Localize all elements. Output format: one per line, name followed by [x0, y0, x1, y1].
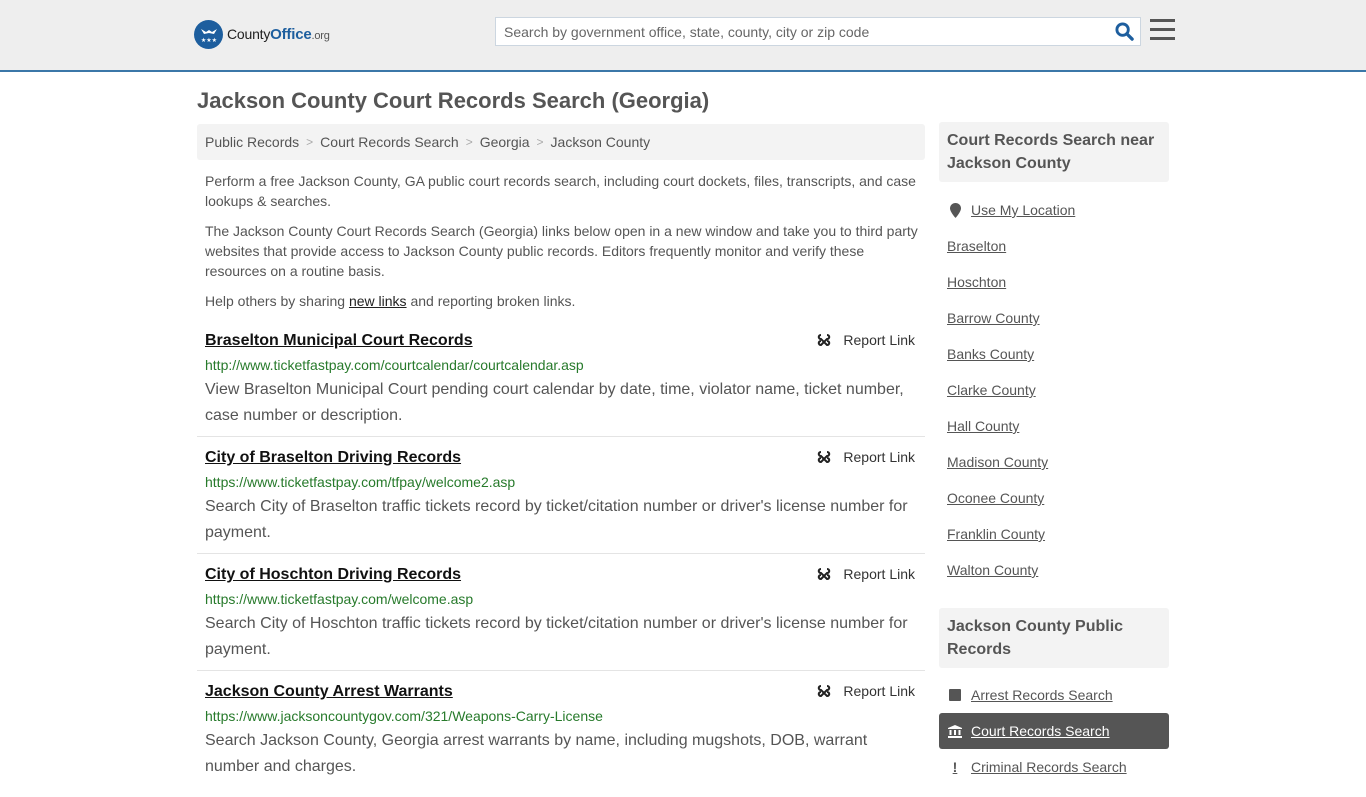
svg-text:★★★: ★★★	[200, 37, 216, 44]
search-icon	[1114, 22, 1134, 41]
breadcrumb-separator: >	[306, 135, 314, 149]
nearby-link-clarke-county[interactable]: Clarke County	[939, 372, 1169, 408]
listing-item: Jackson County Arrest Warrants Report Li…	[197, 677, 925, 797]
broken-link-icon	[818, 334, 831, 347]
breadcrumb-separator: >	[465, 135, 473, 149]
sidebar-nearby-heading: Court Records Search near Jackson County	[939, 122, 1169, 182]
listing-title-link[interactable]: Jackson County Arrest Warrants	[205, 683, 453, 701]
nearby-link-hall-county[interactable]: Hall County	[939, 408, 1169, 444]
intro-help-paragraph: Help others by sharing new links and rep…	[205, 293, 576, 309]
breadcrumb-court-records-search[interactable]: Court Records Search	[320, 134, 459, 150]
sidebar-public-records-heading: Jackson County Public Records	[939, 608, 1169, 668]
square-icon	[947, 689, 963, 701]
listing-item: City of Hoschton Driving Records Report …	[197, 560, 925, 671]
listing-description: View Braselton Municipal Court pending c…	[205, 381, 904, 424]
listing-description: Search City of Braselton traffic tickets…	[205, 498, 908, 541]
exclamation-icon: !	[952, 759, 958, 775]
intro-paragraph: Perform a free Jackson County, GA public…	[205, 173, 916, 209]
listing-title-link[interactable]: City of Braselton Driving Records	[205, 449, 461, 467]
nearby-link-madison-county[interactable]: Madison County	[939, 444, 1169, 480]
sidebar-nearby: Court Records Search near Jackson County…	[939, 122, 1169, 588]
listing-url[interactable]: https://www.jacksoncountygov.com/321/Wea…	[205, 708, 603, 724]
listing-item: City of Braselton Driving Records Report…	[197, 443, 925, 554]
report-link-button[interactable]: Report Link	[816, 449, 915, 465]
broken-link-icon	[818, 451, 831, 464]
listing-url[interactable]: https://www.ticketfastpay.com/tfpay/welc…	[205, 474, 515, 490]
site-header: ★★★ CountyOffice.org	[0, 0, 1366, 72]
nearby-link-hoschton[interactable]: Hoschton	[939, 264, 1169, 300]
breadcrumb-georgia[interactable]: Georgia	[480, 134, 530, 150]
listing-url[interactable]: https://www.ticketfastpay.com/welcome.as…	[205, 591, 473, 607]
listing-item: Braselton Municipal Court Records Report…	[197, 326, 925, 437]
search-bar	[495, 17, 1141, 46]
site-logo[interactable]: ★★★ CountyOffice.org	[194, 20, 330, 49]
search-button[interactable]	[1108, 18, 1140, 45]
report-link-button[interactable]: Report Link	[816, 332, 915, 348]
use-my-location-link[interactable]: Use My Location	[939, 192, 1169, 228]
report-link-button[interactable]: Report Link	[816, 683, 915, 699]
breadcrumb: Public Records > Court Records Search > …	[197, 124, 925, 160]
listing-description: Search Jackson County, Georgia arrest wa…	[205, 732, 868, 775]
listing-url[interactable]: http://www.ticketfastpay.com/courtcalend…	[205, 357, 584, 373]
broken-link-icon	[818, 568, 831, 581]
page-title: Jackson County Court Records Search (Geo…	[197, 88, 710, 113]
nearby-link-walton-county[interactable]: Walton County	[939, 552, 1169, 588]
hamburger-menu-icon[interactable]	[1150, 19, 1175, 41]
nearby-link-franklin-county[interactable]: Franklin County	[939, 516, 1169, 552]
report-link-button[interactable]: Report Link	[816, 566, 915, 582]
breadcrumb-jackson-county[interactable]: Jackson County	[551, 134, 651, 150]
nearby-link-oconee-county[interactable]: Oconee County	[939, 480, 1169, 516]
sidebar-item-arrest-records[interactable]: Arrest Records Search	[939, 677, 1169, 713]
sidebar-item-court-records[interactable]: Court Records Search	[939, 713, 1169, 749]
sidebar-item-criminal-records[interactable]: ! Criminal Records Search	[939, 749, 1169, 785]
broken-link-icon	[818, 685, 831, 698]
breadcrumb-separator: >	[536, 135, 544, 149]
intro-paragraph: The Jackson County Court Records Search …	[205, 223, 918, 279]
map-pin-icon	[947, 202, 963, 218]
listing-title-link[interactable]: Braselton Municipal Court Records	[205, 332, 473, 350]
courthouse-icon	[947, 724, 963, 738]
nearby-link-braselton[interactable]: Braselton	[939, 228, 1169, 264]
intro-text: Perform a free Jackson County, GA public…	[205, 171, 920, 321]
sidebar-public-records: Jackson County Public Records Arrest Rec…	[939, 608, 1169, 785]
breadcrumb-public-records[interactable]: Public Records	[205, 134, 299, 150]
eagle-stars-logo-icon: ★★★	[194, 20, 223, 49]
logo-text: CountyOffice.org	[227, 26, 330, 43]
search-input[interactable]	[496, 18, 1108, 45]
nearby-link-banks-county[interactable]: Banks County	[939, 336, 1169, 372]
listing-description: Search City of Hoschton traffic tickets …	[205, 615, 908, 658]
nearby-link-barrow-county[interactable]: Barrow County	[939, 300, 1169, 336]
listing-title-link[interactable]: City of Hoschton Driving Records	[205, 566, 461, 584]
new-links-link[interactable]: new links	[349, 293, 407, 309]
